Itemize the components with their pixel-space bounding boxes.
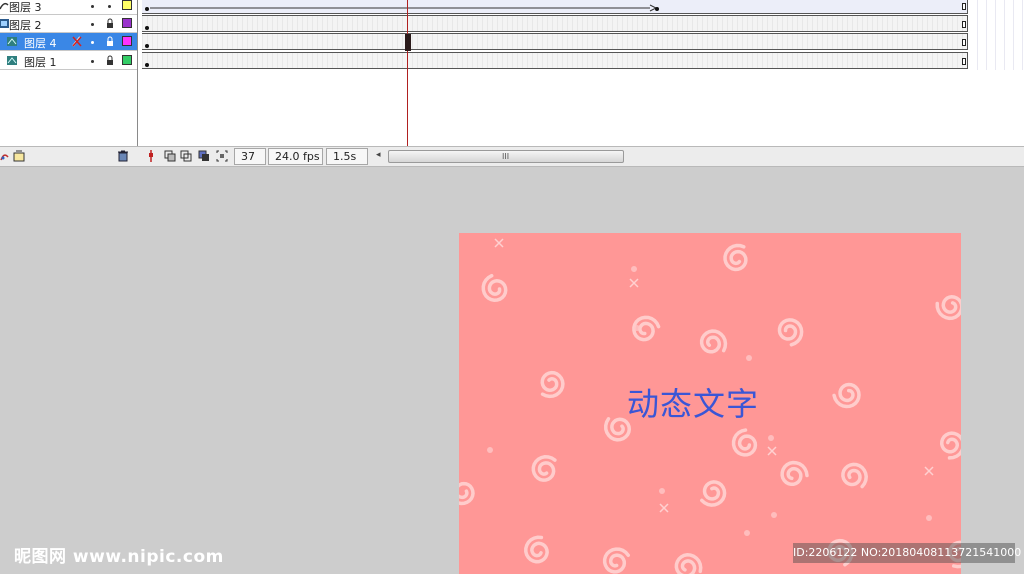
- swirl-shape: [699, 329, 728, 354]
- frame-row-1[interactable]: [142, 52, 968, 69]
- visibility-dot[interactable]: [91, 60, 94, 63]
- layer-outline-color[interactable]: [122, 18, 132, 28]
- sparkle-cross: [924, 466, 934, 476]
- add-layer-icon[interactable]: [13, 150, 25, 162]
- keyframe-dot[interactable]: [145, 63, 149, 67]
- layer-name: 图层 3: [9, 1, 42, 14]
- sparkle-dot: [746, 355, 752, 361]
- swirl-shape: [731, 428, 758, 457]
- sparkle-cross: [767, 446, 777, 456]
- masked-layer-icon: [7, 56, 17, 65]
- swirl-shape: [780, 460, 809, 487]
- sparkle-dot: [631, 266, 637, 272]
- layer-row-4[interactable]: 图层 4: [0, 33, 137, 51]
- frame-end-marker: [962, 3, 966, 10]
- frame-row-3[interactable]: [142, 0, 968, 14]
- canvas-text[interactable]: 动态文字: [627, 379, 759, 425]
- layer-list: 图层 3 图层 2 图层 4 图层 1: [0, 0, 138, 146]
- watermark-left: 昵图网 www.nipic.com: [14, 547, 224, 567]
- timeline-panel: 图层 3 图层 2 图层 4 图层 1 37 24.0 fps 1.5s ◂ I…: [0, 0, 1024, 167]
- masked-layer-icon: [7, 37, 17, 46]
- swirl-shape: [674, 553, 703, 574]
- keyframe-dot[interactable]: [145, 26, 149, 30]
- swirl-shape: [531, 455, 557, 482]
- lock-dot[interactable]: [108, 5, 111, 8]
- motion-tween-arrow: [150, 4, 658, 12]
- frame-row-2[interactable]: [142, 15, 968, 32]
- swirl-shape: [841, 462, 868, 489]
- swirl-shape: [723, 243, 748, 272]
- current-frame-field[interactable]: 37: [234, 148, 266, 165]
- visibility-dot[interactable]: [91, 41, 94, 44]
- layer-name: 图层 1: [24, 56, 57, 69]
- flash-editor-window: 图层 3 图层 2 图层 4 图层 1 37 24.0 fps 1.5s ◂ I…: [0, 0, 1024, 574]
- keyframe-dot[interactable]: [655, 7, 659, 11]
- modify-onion-markers-icon[interactable]: [216, 150, 228, 162]
- keyframe-dot[interactable]: [145, 7, 149, 11]
- swirl-shape: [777, 318, 804, 347]
- current-frame-marker[interactable]: [405, 34, 411, 51]
- scroll-grip[interactable]: III: [502, 153, 509, 161]
- layer-row-2[interactable]: 图层 2: [0, 15, 137, 33]
- layer-name: 图层 2: [9, 19, 42, 32]
- layer-outline-color[interactable]: [122, 36, 132, 46]
- frame-end-marker: [962, 21, 966, 28]
- swirl-shape: [524, 535, 549, 564]
- frame-row-4[interactable]: [142, 33, 968, 50]
- onion-skin-icon[interactable]: [164, 150, 176, 162]
- edit-multiple-frames-icon[interactable]: [198, 150, 210, 162]
- playhead-line[interactable]: [407, 0, 408, 146]
- layer-row-1[interactable]: 图层 1: [0, 52, 137, 70]
- visibility-dot[interactable]: [91, 5, 94, 8]
- sparkle-dot: [659, 488, 665, 494]
- lock-icon[interactable]: [106, 18, 114, 29]
- center-frame-icon[interactable]: [145, 150, 157, 162]
- stage-canvas[interactable]: 动态文字: [459, 233, 961, 574]
- sparkle-dot: [771, 512, 777, 518]
- sparkle-cross: [494, 238, 504, 248]
- frame-rate-field[interactable]: 24.0 fps: [268, 148, 323, 165]
- keyframe-dot[interactable]: [145, 44, 149, 48]
- pencil-disabled-icon[interactable]: [71, 35, 83, 48]
- sparkle-dot: [487, 447, 493, 453]
- watermark-right: ID:2206122 NO:20180408113721541000: [793, 543, 1021, 563]
- visibility-dot[interactable]: [91, 23, 94, 26]
- timeline-horizontal-scrollbar[interactable]: III: [388, 150, 624, 163]
- swirl-shape: [459, 478, 475, 506]
- timeline-statusbar: 37 24.0 fps 1.5s ◂ III: [0, 146, 1024, 167]
- sparkle-dot: [926, 515, 932, 521]
- stage-area: 动态文字: [0, 167, 1024, 574]
- add-motion-guide-icon[interactable]: [0, 150, 12, 162]
- layer-outline-color[interactable]: [122, 55, 132, 65]
- sparkle-dot: [768, 435, 774, 441]
- layer-outline-color[interactable]: [122, 0, 132, 10]
- scroll-left-arrow-icon[interactable]: ◂: [376, 150, 381, 160]
- empty-frame-area: [969, 0, 1024, 70]
- sparkle-dot: [634, 325, 640, 331]
- trash-icon[interactable]: [117, 150, 129, 162]
- sparkle-cross: [659, 503, 669, 513]
- swirl-shape: [602, 547, 630, 574]
- lock-icon[interactable]: [106, 36, 114, 47]
- swirl-shape: [832, 382, 861, 409]
- frame-end-marker: [962, 58, 966, 65]
- swirl-shape: [481, 273, 508, 302]
- layer-row-3[interactable]: 图层 3: [0, 0, 137, 15]
- layer-name: 图层 4: [24, 37, 57, 50]
- onion-skin-outlines-icon[interactable]: [180, 150, 192, 162]
- swirl-shape: [700, 480, 727, 507]
- swirl-shape: [939, 431, 961, 460]
- sparkle-dot: [744, 530, 750, 536]
- elapsed-time-field: 1.5s: [326, 148, 368, 165]
- frame-end-marker: [962, 39, 966, 46]
- sparkle-cross: [629, 278, 639, 288]
- frame-grid: [140, 0, 1024, 146]
- lock-icon[interactable]: [106, 55, 114, 66]
- swirl-shape: [540, 370, 565, 399]
- swirl-shape: [935, 294, 961, 321]
